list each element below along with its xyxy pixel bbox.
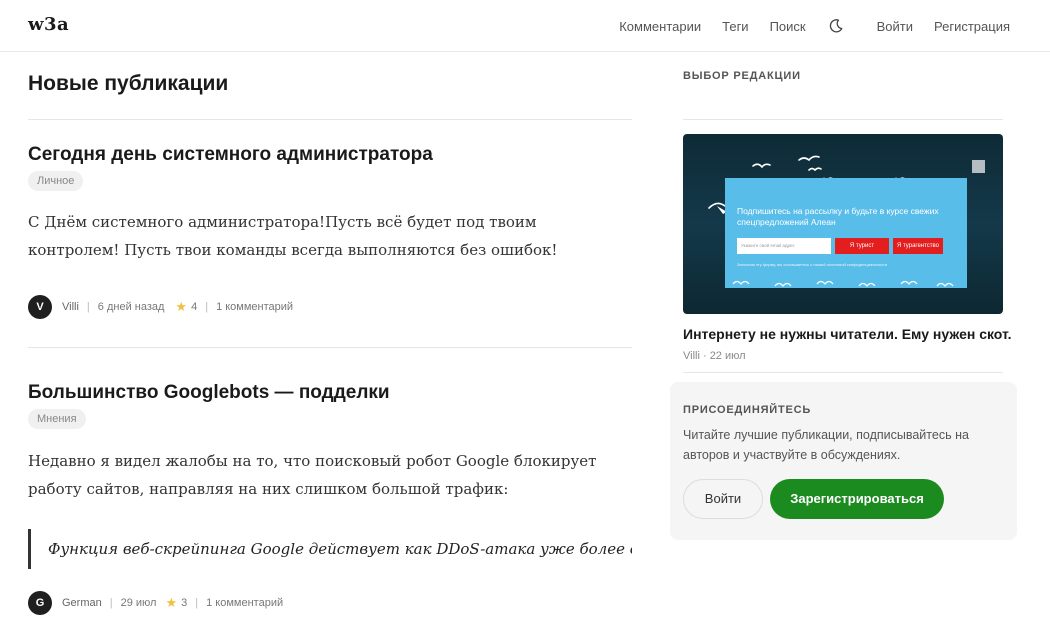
nav-tags[interactable]: Теги (722, 19, 748, 34)
moon-icon[interactable] (828, 18, 844, 34)
nav-search[interactable]: Поиск (770, 19, 806, 34)
featured-post-meta: Villi · 22 июл (683, 350, 746, 362)
post-meta: G German | 29 июл ★ 3 | 1 комментарий (28, 591, 283, 615)
email-field: Укажите свой email адрес (737, 238, 831, 254)
meta-separator: | (109, 597, 113, 609)
post-excerpt: Недавно я видел жалобы на то, что поиско… (28, 452, 597, 498)
site-logo[interactable]: w3a (28, 14, 69, 35)
post-author[interactable]: Villi (62, 301, 79, 313)
page-title: Новые публикации (28, 72, 229, 95)
nav-register[interactable]: Регистрация (934, 19, 1010, 34)
post-rating: 3 (181, 597, 188, 609)
divider (28, 347, 632, 348)
post-date: 6 дней назад (97, 301, 165, 313)
post-quote: Функция веб-скрейпинга Google действует … (28, 529, 632, 569)
join-text: Читайте лучшие публикации, подписывайтес… (683, 428, 969, 462)
join-heading: ПРИСОЕДИНЯЙТЕСЬ (683, 404, 812, 416)
wave-decoration (732, 280, 954, 287)
avatar[interactable]: V (28, 295, 52, 319)
nav-comments[interactable]: Комментарии (619, 19, 701, 34)
divider (28, 119, 632, 120)
close-icon (972, 160, 985, 173)
join-card: ПРИСОЕДИНЯЙТЕСЬ Читайте лучшие публикаци… (670, 382, 1017, 540)
main-nav: Комментарии Теги Поиск Войти Регистрация (619, 18, 1010, 34)
star-icon: ★ (165, 595, 178, 610)
post-title[interactable]: Большинство Googlebots — подделки (28, 382, 390, 404)
fine-print: Заполняя эту форму, вы соглашаетесь с на… (737, 262, 888, 267)
nav-login[interactable]: Войти (877, 19, 913, 34)
tourist-button: Я турист (835, 238, 889, 254)
post-date: 29 июл (120, 597, 157, 609)
post-meta: V Villi | 6 дней назад ★ 4 | 1 комментар… (28, 295, 293, 319)
divider (683, 119, 1003, 120)
avatar[interactable]: G (28, 591, 52, 615)
post-tag[interactable]: Мнения (28, 409, 86, 429)
post-comments-link[interactable]: 1 комментарий (206, 597, 283, 609)
agency-button: Я турагентство (893, 238, 943, 254)
sidebar: ВЫБОР РЕДАКЦИИ Подпишитесь на рассылку и… (670, 52, 1018, 634)
subscription-banner: Подпишитесь на рассылку и будьте в курсе… (725, 178, 967, 288)
login-button[interactable]: Войти (683, 479, 763, 519)
editors-choice-heading: ВЫБОР РЕДАКЦИИ (683, 70, 801, 82)
post-tag[interactable]: Личное (28, 171, 84, 191)
star-icon: ★ (175, 299, 188, 314)
top-header: w3a Комментарии Теги Поиск Войти Регистр… (0, 0, 1050, 52)
meta-separator: | (86, 301, 90, 313)
post-comments-link[interactable]: 1 комментарий (216, 301, 293, 313)
post-excerpt: С Днём системного администратора!Пусть в… (28, 213, 558, 259)
register-button[interactable]: Зарегистрироваться (770, 479, 944, 519)
featured-image[interactable]: Подпишитесь на рассылку и будьте в курсе… (683, 134, 1003, 314)
meta-separator: | (195, 597, 199, 609)
banner-text: Подпишитесь на рассылку и будьте в курсе… (737, 206, 939, 227)
featured-post-title[interactable]: Интернету не нужны читатели. Ему нужен с… (683, 326, 1012, 342)
divider (683, 372, 1003, 373)
post-title[interactable]: Сегодня день системного администратора (28, 144, 433, 166)
post-rating: 4 (191, 301, 198, 313)
meta-separator: | (205, 301, 209, 313)
post-author[interactable]: German (62, 597, 102, 609)
